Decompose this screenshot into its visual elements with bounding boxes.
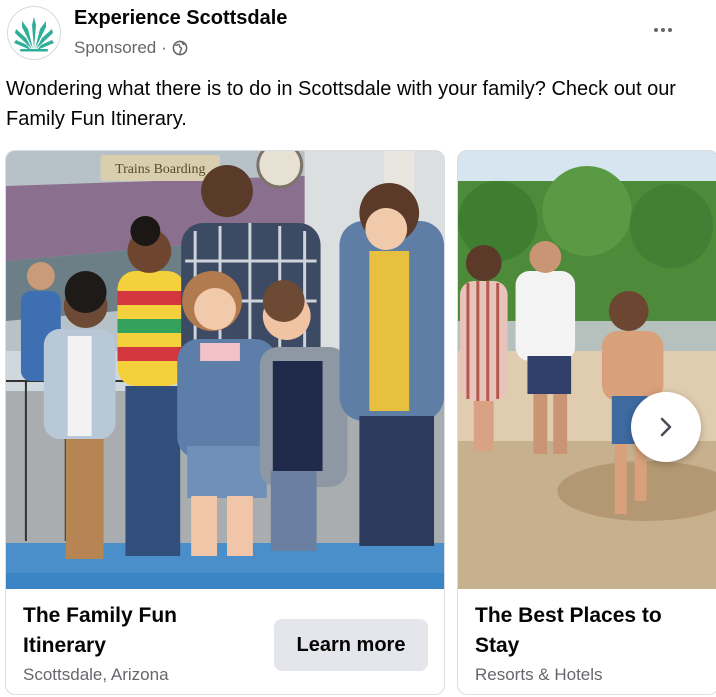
card-subtitle: Scottsdale, Arizona (23, 665, 169, 684)
carousel-card-family-fun[interactable]: Trains Boarding The Family Fun Itinerary… (5, 150, 445, 695)
learn-more-button[interactable]: Learn more (274, 619, 428, 671)
globe-icon[interactable] (172, 40, 188, 56)
ad-carousel: Trains Boarding The Family Fun Itinerary… (0, 150, 716, 697)
more-dot (668, 28, 672, 32)
more-dot (661, 28, 665, 32)
page-name[interactable]: Experience Scottsdale (74, 7, 287, 30)
agave-logo-icon (14, 17, 54, 52)
more-options-button[interactable] (648, 18, 678, 42)
sponsored-label[interactable]: Sponsored (74, 38, 156, 58)
card-photo-family: Trains Boarding (6, 151, 444, 589)
card-title[interactable]: The Family Fun Itinerary (23, 601, 263, 661)
meta-separator: · (161, 38, 167, 57)
card-subtitle: Resorts & Hotels (475, 665, 603, 684)
carousel-next-button[interactable] (631, 392, 701, 462)
chevron-right-icon (660, 417, 672, 437)
post-header: Experience Scottsdale Sponsored · (0, 0, 716, 68)
more-horizontal-icon (654, 28, 658, 32)
post-text: Wondering what there is to do in Scottsd… (6, 78, 676, 130)
post-meta: Sponsored · (74, 38, 188, 58)
page-avatar[interactable] (7, 6, 61, 60)
station-sign-text: Trains Boarding (115, 162, 205, 177)
card-title[interactable]: The Best Places to Stay (475, 601, 695, 661)
card-photo-beach (458, 151, 716, 589)
